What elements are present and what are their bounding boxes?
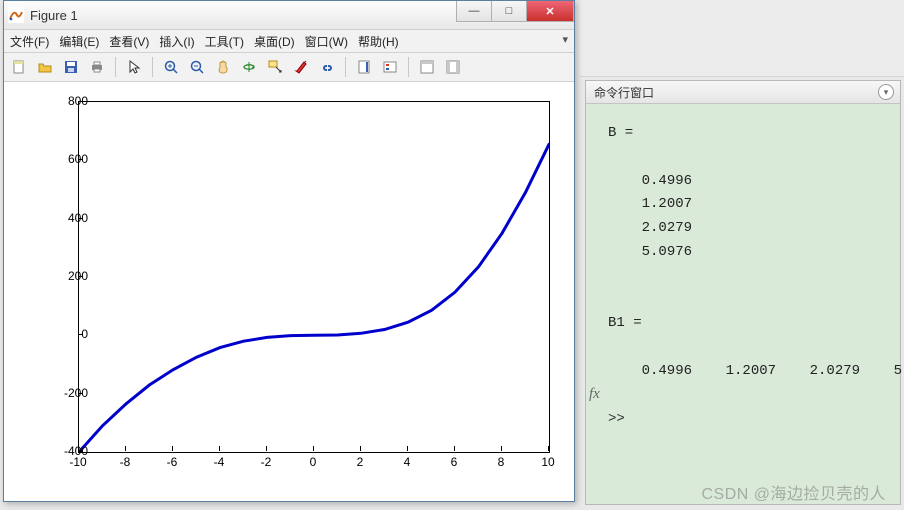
x-tick-label: 0 bbox=[310, 455, 317, 469]
line-plot bbox=[79, 102, 549, 452]
menu-bar: 文件(F) 编辑(E) 查看(V) 插入(I) 工具(T) 桌面(D) 窗口(W… bbox=[4, 30, 574, 53]
menu-edit[interactable]: 编辑(E) bbox=[59, 33, 99, 50]
output-line: 2.0279 bbox=[608, 217, 890, 241]
x-tick-label: 4 bbox=[404, 455, 411, 469]
x-tick-label: 2 bbox=[357, 455, 364, 469]
brush-icon[interactable] bbox=[290, 56, 312, 78]
open-folder-icon[interactable] bbox=[34, 56, 56, 78]
x-tick-label: 6 bbox=[451, 455, 458, 469]
hide-plot-tools-icon[interactable] bbox=[416, 56, 438, 78]
x-tick-label: 10 bbox=[541, 455, 554, 469]
toolbar-separator bbox=[152, 57, 153, 77]
matlab-figure-icon bbox=[8, 7, 24, 23]
axes[interactable] bbox=[78, 101, 550, 453]
menu-window[interactable]: 窗口(W) bbox=[305, 33, 348, 50]
command-window-header[interactable]: 命令行窗口 ▾ bbox=[586, 81, 900, 104]
output-line: 1.2007 bbox=[608, 193, 890, 217]
command-window-title: 命令行窗口 bbox=[594, 84, 654, 101]
zoom-out-icon[interactable] bbox=[186, 56, 208, 78]
toolbar-separator bbox=[408, 57, 409, 77]
plot-area: -400-2000200400600800-10-8-6-4-20246810 bbox=[14, 85, 564, 491]
title-bar[interactable]: Figure 1 — □ ✕ bbox=[4, 1, 574, 30]
menu-insert[interactable]: 插入(I) bbox=[159, 33, 194, 50]
pointer-icon[interactable] bbox=[123, 56, 145, 78]
window-buttons: — □ ✕ bbox=[457, 1, 574, 21]
pan-hand-icon[interactable] bbox=[212, 56, 234, 78]
x-tick-label: 8 bbox=[498, 455, 505, 469]
data-cursor-icon[interactable] bbox=[264, 56, 286, 78]
show-plot-tools-icon[interactable] bbox=[442, 56, 464, 78]
zoom-in-icon[interactable] bbox=[160, 56, 182, 78]
x-tick-label: -8 bbox=[120, 455, 131, 469]
x-tick-label: -10 bbox=[69, 455, 86, 469]
output-line: 5.0976 bbox=[608, 241, 890, 265]
x-tick-label: -2 bbox=[261, 455, 272, 469]
print-icon[interactable] bbox=[86, 56, 108, 78]
menu-file[interactable]: 文件(F) bbox=[10, 33, 49, 50]
command-window-body[interactable]: B = 0.4996 1.2007 2.0279 5.0976 B1 = 0.4… bbox=[586, 104, 900, 505]
save-icon[interactable] bbox=[60, 56, 82, 78]
x-tick-label: -4 bbox=[214, 455, 225, 469]
maximize-button[interactable]: □ bbox=[491, 1, 527, 22]
window-title: Figure 1 bbox=[30, 8, 78, 23]
output-line: 0.4996 1.2007 2.0279 5.0976 bbox=[608, 360, 890, 384]
prompt: >> bbox=[608, 411, 625, 427]
close-button[interactable]: ✕ bbox=[526, 1, 574, 22]
link-icon[interactable] bbox=[316, 56, 338, 78]
toolbar-separator bbox=[115, 57, 116, 77]
minimize-button[interactable]: — bbox=[456, 1, 492, 22]
menu-overflow-icon[interactable]: ▾ bbox=[562, 33, 568, 46]
output-line: B1 = bbox=[608, 312, 890, 336]
output-line: B = bbox=[608, 122, 890, 146]
x-tick-label: -6 bbox=[167, 455, 178, 469]
output-line: 0.4996 bbox=[608, 170, 890, 194]
figure-window: Figure 1 — □ ✕ 文件(F) 编辑(E) 查看(V) 插入(I) 工… bbox=[3, 0, 575, 502]
colorbar-icon[interactable] bbox=[353, 56, 375, 78]
legend-icon[interactable] bbox=[379, 56, 401, 78]
panel-menu-icon[interactable]: ▾ bbox=[878, 84, 894, 100]
new-file-icon[interactable] bbox=[8, 56, 30, 78]
toolbar-separator bbox=[345, 57, 346, 77]
command-window-panel: 命令行窗口 ▾ B = 0.4996 1.2007 2.0279 5.0976 … bbox=[585, 80, 901, 505]
figure-toolbar bbox=[4, 53, 574, 82]
rotate-3d-icon[interactable] bbox=[238, 56, 260, 78]
desktop-strip bbox=[580, 0, 904, 77]
menu-tools[interactable]: 工具(T) bbox=[205, 33, 244, 50]
menu-view[interactable]: 查看(V) bbox=[109, 33, 149, 50]
menu-desktop[interactable]: 桌面(D) bbox=[254, 33, 295, 50]
menu-help[interactable]: 帮助(H) bbox=[358, 33, 399, 50]
fx-icon[interactable]: fx bbox=[589, 382, 600, 408]
